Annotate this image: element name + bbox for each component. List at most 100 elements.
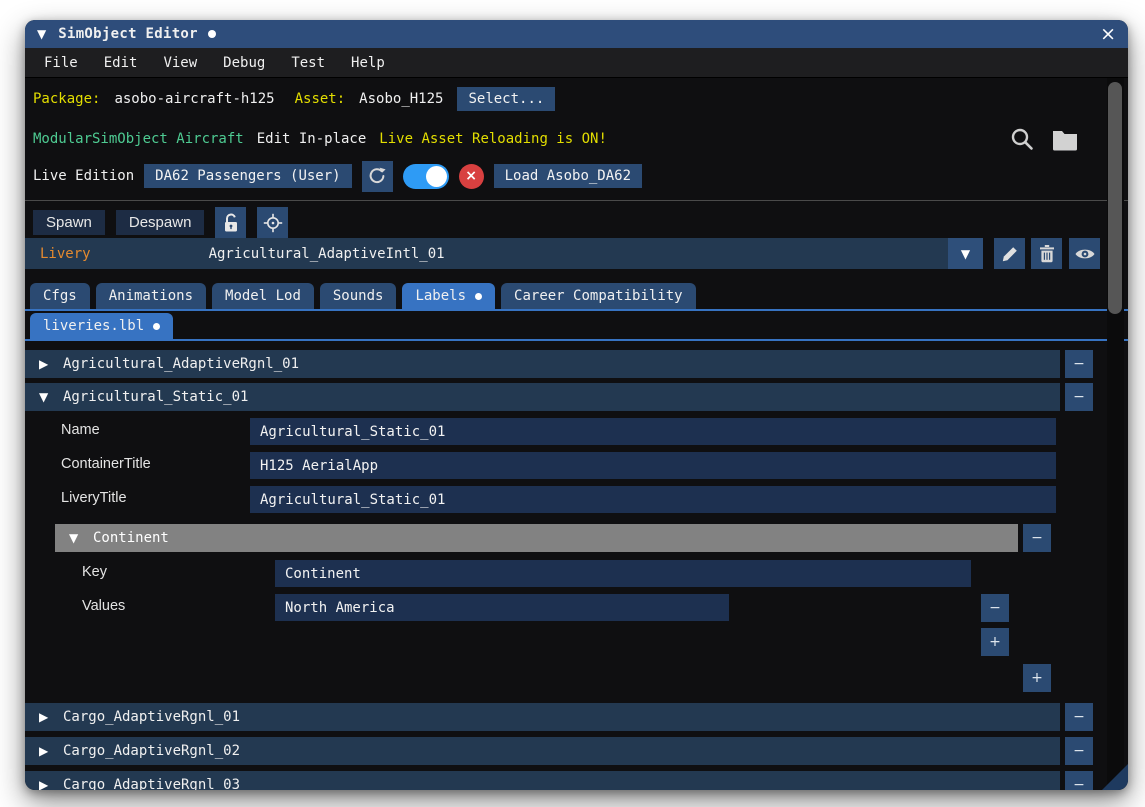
edition-button[interactable]: DA62 Passengers (User): [144, 164, 351, 188]
entry-header-cargo-adaptivergnl-02[interactable]: ▶ Cargo_AdaptiveRgnl_02: [25, 737, 1060, 765]
header-tools: [1009, 126, 1079, 152]
despawn-button[interactable]: Despawn: [116, 210, 205, 235]
tab-bar: Cfgs Animations Model Lod Sounds Labels …: [30, 283, 696, 309]
key-input[interactable]: Continent: [275, 560, 971, 587]
tab-liveries-lbl[interactable]: liveries.lbl: [30, 313, 173, 339]
menu-bar: File Edit View Debug Test Help: [25, 48, 1128, 78]
tab-label: Animations: [109, 288, 193, 304]
error-badge-icon[interactable]: ×: [459, 164, 484, 189]
menu-test[interactable]: Test: [278, 51, 338, 75]
subsection-header-continent[interactable]: ▼ Continent: [55, 524, 1018, 552]
livery-dropdown-button[interactable]: ▼: [948, 238, 983, 269]
livery-title-input[interactable]: Agricultural_Static_01: [250, 486, 1056, 513]
menu-help[interactable]: Help: [338, 51, 398, 75]
spawn-button[interactable]: Spawn: [33, 210, 105, 235]
simobject-type-text: ModularSimObject Aircraft: [33, 131, 244, 147]
divider-line: [25, 200, 1128, 201]
entry-header-cargo-adaptivergnl-03[interactable]: ▶ Cargo_AdaptiveRgnl_03: [25, 771, 1060, 790]
add-value-button[interactable]: +: [981, 628, 1009, 656]
chevron-down-icon: ▼: [961, 247, 970, 261]
tab-sounds[interactable]: Sounds: [320, 283, 397, 309]
name-label: Name: [61, 422, 100, 438]
menu-view[interactable]: View: [150, 51, 210, 75]
entry-title: Cargo_AdaptiveRgnl_02: [63, 743, 240, 759]
chevron-down-icon: ▼: [39, 390, 63, 404]
asset-value: Asobo_H125: [359, 91, 443, 107]
subsection-title: Continent: [93, 530, 169, 546]
unlock-icon: [222, 213, 240, 233]
entry-title: Agricultural_AdaptiveRgnl_01: [63, 356, 299, 372]
tab-cfgs[interactable]: Cfgs: [30, 283, 90, 309]
load-asobo-da62-button[interactable]: Load Asobo_DA62: [494, 164, 642, 188]
tab-underline: [25, 309, 1128, 311]
package-row: Package: asobo-aircraft-h125 Asset: Asob…: [33, 84, 555, 114]
menu-file[interactable]: File: [31, 51, 91, 75]
window-collapse-icon[interactable]: ▼: [37, 27, 46, 41]
spawn-row: Spawn Despawn: [33, 207, 288, 238]
livery-visibility-button[interactable]: [1069, 238, 1100, 269]
modified-dot-icon: [208, 30, 216, 38]
remove-value-button[interactable]: −: [981, 594, 1009, 622]
search-icon[interactable]: [1009, 126, 1035, 152]
tab-career-compatibility[interactable]: Career Compatibility: [501, 283, 696, 309]
folder-icon[interactable]: [1051, 127, 1079, 151]
live-edition-row: Live Edition DA62 Passengers (User) × Lo…: [33, 160, 642, 192]
crosshair-icon: [263, 213, 283, 233]
entry-header-agricultural-adaptivergnl-01[interactable]: ▶ Agricultural_AdaptiveRgnl_01: [25, 350, 1060, 378]
tab-label: Cfgs: [43, 288, 77, 304]
trash-icon: [1038, 244, 1056, 263]
scrollbar-track[interactable]: [1107, 78, 1124, 784]
remove-entry-button[interactable]: −: [1065, 383, 1093, 411]
chevron-down-icon: ▼: [69, 531, 93, 545]
remove-entry-button[interactable]: −: [1065, 350, 1093, 378]
tab-model-lod[interactable]: Model Lod: [212, 283, 314, 309]
info-row: ModularSimObject Aircraft Edit In-place …: [33, 125, 607, 153]
eye-icon: [1074, 246, 1096, 262]
revert-button[interactable]: [362, 161, 393, 192]
tab-label: Career Compatibility: [514, 288, 683, 304]
livery-selector[interactable]: Livery Agricultural_AdaptiveIntl_01 ▼: [25, 238, 983, 269]
modified-dot-icon: [475, 293, 482, 300]
file-tab-underline: [25, 339, 1128, 341]
entry-title: Cargo_AdaptiveRgnl_03: [63, 777, 240, 790]
remove-subsection-button[interactable]: −: [1023, 524, 1051, 552]
live-reload-status-text: Live Asset Reloading is ON!: [379, 131, 607, 147]
entry-header-cargo-adaptivergnl-01[interactable]: ▶ Cargo_AdaptiveRgnl_01: [25, 703, 1060, 731]
tab-label: Model Lod: [225, 288, 301, 304]
live-edition-toggle[interactable]: [403, 164, 449, 189]
container-title-input[interactable]: H125 AerialApp: [250, 452, 1056, 479]
tab-label: Labels: [415, 288, 466, 304]
menu-edit[interactable]: Edit: [91, 51, 151, 75]
livery-value: Agricultural_AdaptiveIntl_01: [209, 246, 445, 262]
refresh-icon: [367, 166, 387, 186]
live-edition-label: Live Edition: [33, 168, 134, 184]
menu-debug[interactable]: Debug: [210, 51, 278, 75]
chevron-right-icon: ▶: [39, 710, 63, 724]
chevron-right-icon: ▶: [39, 744, 63, 758]
remove-entry-button[interactable]: −: [1065, 771, 1093, 790]
resize-grip[interactable]: [1102, 764, 1128, 790]
remove-entry-button[interactable]: −: [1065, 737, 1093, 765]
values-input[interactable]: North America: [275, 594, 729, 621]
locate-button[interactable]: [257, 207, 288, 238]
package-label: Package:: [33, 91, 100, 107]
tab-label: Sounds: [333, 288, 384, 304]
lock-button[interactable]: [215, 207, 246, 238]
tab-labels[interactable]: Labels: [402, 283, 495, 309]
container-title-label: ContainerTitle: [61, 456, 151, 472]
close-icon[interactable]: ×: [1100, 25, 1116, 44]
entry-title: Cargo_AdaptiveRgnl_01: [63, 709, 240, 725]
window-title: SimObject Editor: [58, 26, 198, 42]
remove-entry-button[interactable]: −: [1065, 703, 1093, 731]
livery-delete-button[interactable]: [1031, 238, 1062, 269]
tab-animations[interactable]: Animations: [96, 283, 206, 309]
select-asset-button[interactable]: Select...: [457, 87, 555, 111]
pencil-icon: [1001, 245, 1019, 263]
name-input[interactable]: Agricultural_Static_01: [250, 418, 1056, 445]
entry-header-agricultural-static-01[interactable]: ▼ Agricultural_Static_01: [25, 383, 1060, 411]
livery-label: Livery: [40, 246, 91, 262]
scrollbar-thumb[interactable]: [1108, 82, 1122, 314]
livery-edit-button[interactable]: [994, 238, 1025, 269]
key-label: Key: [82, 564, 107, 580]
add-subsection-button[interactable]: +: [1023, 664, 1051, 692]
